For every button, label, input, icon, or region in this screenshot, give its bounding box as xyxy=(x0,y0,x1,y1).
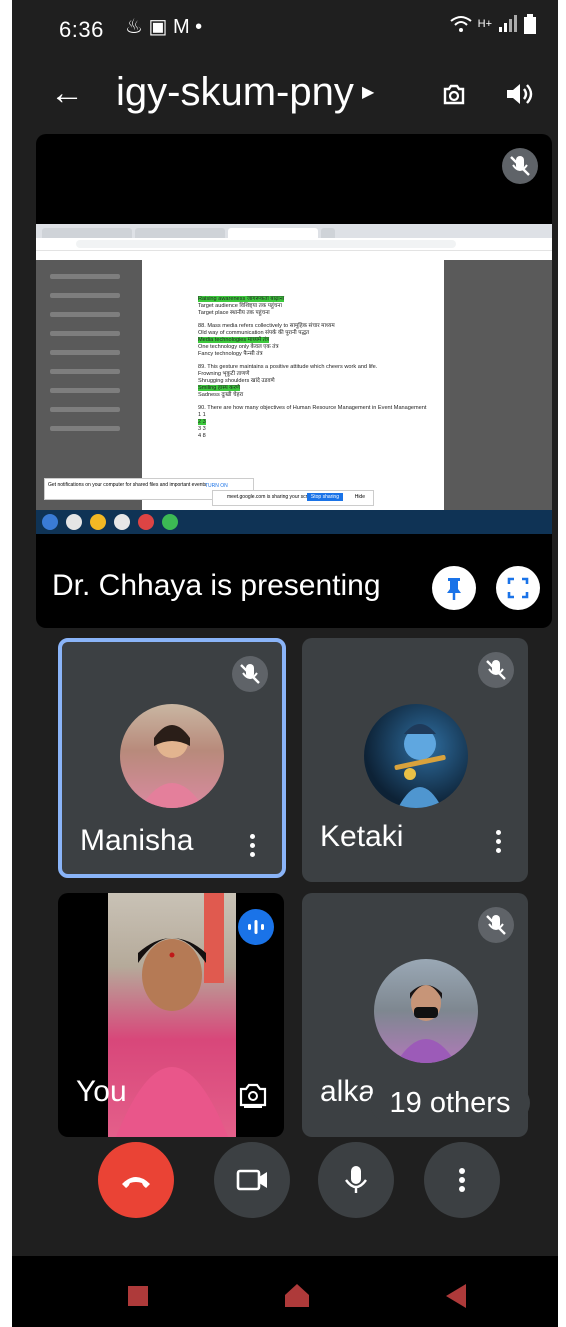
fullscreen-icon xyxy=(507,577,529,599)
presentation-panel[interactable]: Raising awareness जागरूकता बाढ़ाना Target… xyxy=(36,134,552,628)
status-time: 6:36 xyxy=(59,17,104,42)
mic-off-icon xyxy=(502,148,538,184)
back-triangle-icon[interactable] xyxy=(444,1282,468,1310)
camera-effects-icon[interactable] xyxy=(236,1079,270,1113)
more-options-icon[interactable] xyxy=(250,834,256,861)
browser-tabs xyxy=(36,224,552,238)
speaking-indicator-icon xyxy=(238,909,274,945)
pin-button[interactable] xyxy=(432,566,476,610)
shared-document: Raising awareness जागरूकता बाढ़ाना Target… xyxy=(142,260,444,510)
mic-off-icon xyxy=(478,652,514,688)
mic-off-icon xyxy=(478,907,514,943)
avatar xyxy=(120,704,224,808)
switch-camera-icon[interactable] xyxy=(440,80,468,108)
fullscreen-button[interactable] xyxy=(496,566,540,610)
status-right: H+ xyxy=(450,14,536,34)
shared-screen: Raising awareness जागरूकता बाढ़ाना Target… xyxy=(36,224,552,534)
windows-taskbar xyxy=(36,510,552,534)
signal-icon xyxy=(499,15,517,32)
more-options-button[interactable] xyxy=(424,1142,500,1218)
meeting-code[interactable]: igy-skum-pny xyxy=(116,70,354,115)
meeting-header: ← igy-skum-pny ▶ xyxy=(12,62,558,132)
recent-apps-icon[interactable] xyxy=(128,1286,148,1306)
participant-name: Ketaki xyxy=(320,820,404,853)
participant-tile[interactable]: Ketaki xyxy=(302,638,528,882)
drive-view: Raising awareness जागरूकता बाढ़ाना Target… xyxy=(36,260,552,510)
screen: 6:36 ♨ ▣ M • H+ ← igy-skum-pny ▶ Raising… xyxy=(0,0,566,1327)
end-call-button[interactable] xyxy=(98,1142,174,1218)
mic-off-icon xyxy=(232,656,268,692)
end-call-icon xyxy=(122,1177,150,1188)
speaker-icon[interactable] xyxy=(504,80,534,108)
browser-address-bar xyxy=(36,238,552,251)
camera-icon xyxy=(236,1169,267,1191)
avatar xyxy=(364,704,468,808)
participant-name: alka xyxy=(320,1075,376,1108)
wifi-icon xyxy=(450,16,472,32)
network-type: H+ xyxy=(477,18,492,30)
self-video xyxy=(108,893,236,1137)
avatar xyxy=(374,959,478,1063)
more-vert-icon xyxy=(459,1168,465,1192)
status-bar: 6:36 ♨ ▣ M • H+ xyxy=(12,0,558,58)
pin-icon xyxy=(447,578,461,600)
notification-icons: ♨ ▣ M • xyxy=(125,16,203,38)
chevron-right-icon[interactable]: ▶ xyxy=(362,82,374,102)
camera-toggle-button[interactable] xyxy=(214,1142,290,1218)
participant-name: You xyxy=(76,1075,127,1108)
screen-sharing-bar: meet.google.com is sharing your screen. … xyxy=(212,490,374,506)
others-count-chip[interactable]: 19 others xyxy=(370,1084,530,1122)
battery-icon xyxy=(524,14,536,34)
participant-tile[interactable]: Manisha xyxy=(58,638,286,878)
more-options-icon[interactable] xyxy=(496,830,502,857)
microphone-toggle-button[interactable] xyxy=(318,1142,394,1218)
home-icon[interactable] xyxy=(282,1280,312,1310)
android-navigation-bar xyxy=(12,1256,558,1327)
meet-app: 6:36 ♨ ▣ M • H+ ← igy-skum-pny ▶ Raising… xyxy=(12,0,558,1327)
participant-name: Manisha xyxy=(80,824,194,857)
back-arrow-icon[interactable]: ← xyxy=(50,74,84,113)
presenting-label: Dr. Chhaya is presenting xyxy=(52,569,381,602)
self-video-tile[interactable]: You xyxy=(58,893,284,1137)
microphone-icon xyxy=(345,1166,367,1193)
